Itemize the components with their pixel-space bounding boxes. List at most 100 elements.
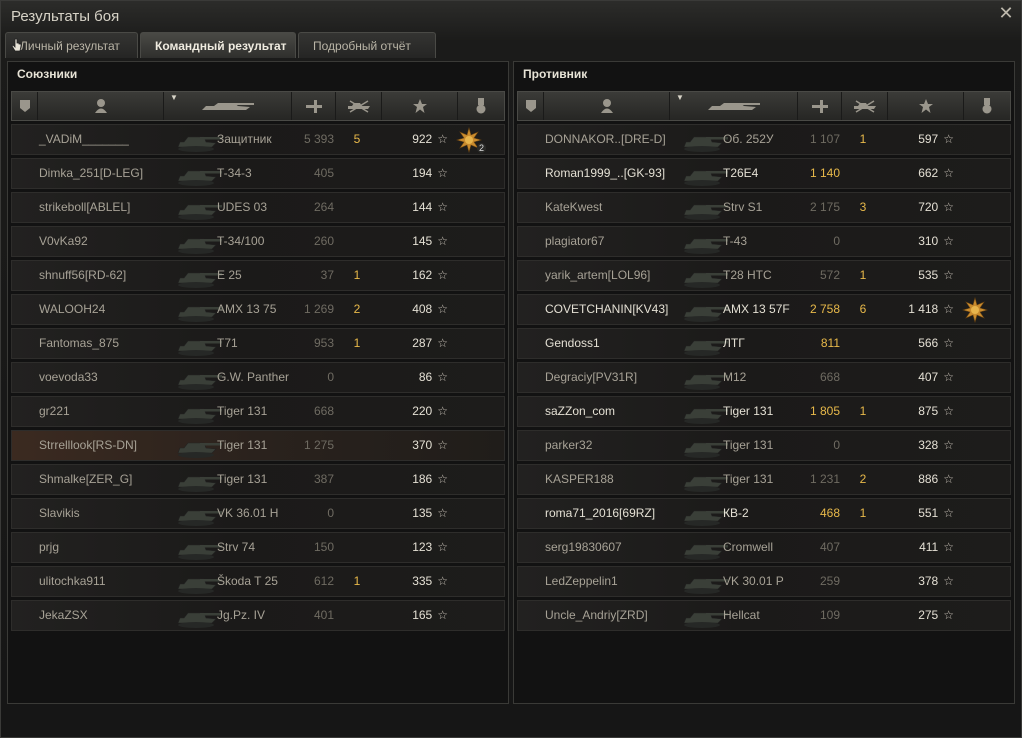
damage-value: 37 [320,268,334,282]
kills-column-header[interactable] [336,92,382,120]
player-row[interactable]: KASPER188 Tiger 131 1 231 2 886 ☆ [517,464,1011,495]
tank-silhouette-icon [678,295,728,324]
kills-value [856,431,870,460]
tank-silhouette-icon [678,193,728,222]
player-row[interactable]: Strrelllook[RS-DN] Tiger 131 1 275 370 ☆ [11,430,505,461]
xp-column-header[interactable] [888,92,964,120]
xp-cell: 144 ☆ [382,193,448,222]
xp-value: 720 [918,200,939,214]
player-row[interactable]: yarik_artem[LOL96] T28 HTC 572 1 535 ☆ [517,260,1011,291]
vehicle-column-header[interactable]: ▼ [164,92,292,120]
hero-medal-icon[interactable] [961,296,989,324]
xp-cell: 186 ☆ [382,465,448,494]
kills-value: 5 [353,132,361,146]
player-row[interactable]: ulitochka911 Škoda T 25 612 1 335 ☆ [11,566,505,597]
player-name: prjg [39,540,60,554]
xp-value: 408 [412,302,433,316]
tank-silhouette-icon [678,329,728,358]
close-icon[interactable]: ✕ [997,5,1015,23]
xp-cell: 310 ☆ [888,227,954,256]
hand-cursor-icon [11,38,22,52]
player-name: Uncle_Andriy[ZRD] [545,608,648,622]
tank-silhouette-icon [172,261,222,290]
player-row[interactable]: Dimka_251[D-LEG] T-34-3 405 194 ☆ [11,158,505,189]
kills-column-header[interactable] [842,92,888,120]
damage-column-header[interactable] [798,92,842,120]
enemies-column-header: ▼ [517,91,1011,121]
player-row[interactable]: strikeboll[ABLEL] UDES 03 264 144 ☆ [11,192,505,223]
star-icon: ☆ [437,132,448,146]
player-row[interactable]: Uncle_Andriy[ZRD] Hellcat 109 275 ☆ [517,600,1011,631]
player-row[interactable]: COVETCHANIN[KV43] AMX 13 57F 2 758 6 1 418 ☆ [517,294,1011,325]
battle-results-window: Результаты боя ✕ Личный результат Команд… [0,0,1022,738]
medal-column-header[interactable] [964,92,1010,120]
player-row[interactable]: JekaZSX Jg.Pz. IV 401 165 ☆ [11,600,505,631]
kills-icon [853,100,876,113]
tank-silhouette-icon [678,261,728,290]
player-row[interactable]: Slavikis VK 36.01 H 0 135 ☆ [11,498,505,529]
xp-value: 875 [918,404,939,418]
window-title: Результаты боя [11,8,120,25]
vehicle-column-header[interactable]: ▼ [670,92,798,120]
hero-medal-icon[interactable]: 2 [455,126,486,154]
player-row[interactable]: serg19830607 Cromwell 407 411 ☆ [517,532,1011,563]
kills-value [350,431,364,460]
player-row[interactable]: WALOOH24 AMX 13 75 1 269 2 408 ☆ [11,294,505,325]
damage-column-header[interactable] [292,92,336,120]
player-row[interactable]: roma71_2016[69RZ] КВ-2 468 1 551 ☆ [517,498,1011,529]
star-icon: ☆ [437,370,448,384]
star-icon: ☆ [437,234,448,248]
player-row[interactable]: Fantomas_875 T71 953 1 287 ☆ [11,328,505,359]
player-row[interactable]: parker32 Tiger 131 0 328 ☆ [517,430,1011,461]
player-row[interactable]: gr221 Tiger 131 668 220 ☆ [11,396,505,427]
player-name: Strrelllook[RS-DN] [39,438,138,452]
player-name: KASPER188 [545,472,614,486]
star-icon: ☆ [437,166,448,180]
star-icon: ☆ [943,438,954,452]
player-row[interactable]: KateKwest Strv S1 2 175 3 720 ☆ [517,192,1011,223]
damage-value: 260 [313,234,334,248]
tank-silhouette-icon [172,125,222,154]
vehicle-icon [707,103,760,110]
player-row[interactable]: saZZon_com Tiger 131 1 805 1 875 ☆ [517,396,1011,427]
player-row[interactable]: V0vKa92 T-34/100 260 145 ☆ [11,226,505,257]
tank-silhouette-icon [678,567,728,596]
tank-silhouette-icon [172,465,222,494]
kills-value: 2 [353,302,361,316]
player-row[interactable]: plagiator67 T-43 0 310 ☆ [517,226,1011,257]
player-row[interactable]: shnuff56[RD-62] E 25 37 1 162 ☆ [11,260,505,291]
player-name: Roman1999_..[GK-93] [545,166,666,180]
star-icon: ☆ [943,506,954,520]
star-icon: ☆ [437,438,448,452]
xp-value: 145 [412,234,433,248]
tab-detailed-report[interactable]: Подробный отчёт [298,32,436,58]
kills-value [350,159,364,188]
tab-personal-result[interactable]: Личный результат [5,32,138,58]
player-row[interactable]: Roman1999_..[GK-93] T26E4 1 140 662 ☆ [517,158,1011,189]
player-row[interactable]: prjg Strv 74 150 123 ☆ [11,532,505,563]
player-row[interactable]: voevoda33 G.W. Panther 0 86 ☆ [11,362,505,393]
xp-cell: 875 ☆ [888,397,954,426]
kills-value [856,363,870,392]
tab-team-result[interactable]: Командный результат [140,32,296,58]
kills-value: 1 [353,336,361,350]
player-column-header[interactable] [38,92,164,120]
squad-column-header[interactable] [12,92,38,120]
player-row[interactable]: _VADiM_______ Защитник 5 393 5 922 ☆ 2 [11,124,505,155]
kills-value [856,567,870,596]
xp-value: 144 [412,200,433,214]
player-name: ulitochka911 [39,574,106,588]
damage-value: 387 [313,472,334,486]
xp-cell: 335 ☆ [382,567,448,596]
player-row[interactable]: Gendoss1 ЛТГ 811 566 ☆ [517,328,1011,359]
xp-column-header[interactable] [382,92,458,120]
player-row[interactable]: Degraciy[PV31R] M12 668 407 ☆ [517,362,1011,393]
enemies-title: Противник [523,67,588,81]
player-row[interactable]: DONNAKOR..[DRE-D] Об. 252У 1 107 1 597 ☆ [517,124,1011,155]
player-row[interactable]: Shmalke[ZER_G] Tiger 131 387 186 ☆ [11,464,505,495]
star-icon: ☆ [437,608,448,622]
player-row[interactable]: LedZeppelin1 VK 30.01 P 259 378 ☆ [517,566,1011,597]
medal-column-header[interactable] [458,92,504,120]
squad-column-header[interactable] [518,92,544,120]
player-column-header[interactable] [544,92,670,120]
